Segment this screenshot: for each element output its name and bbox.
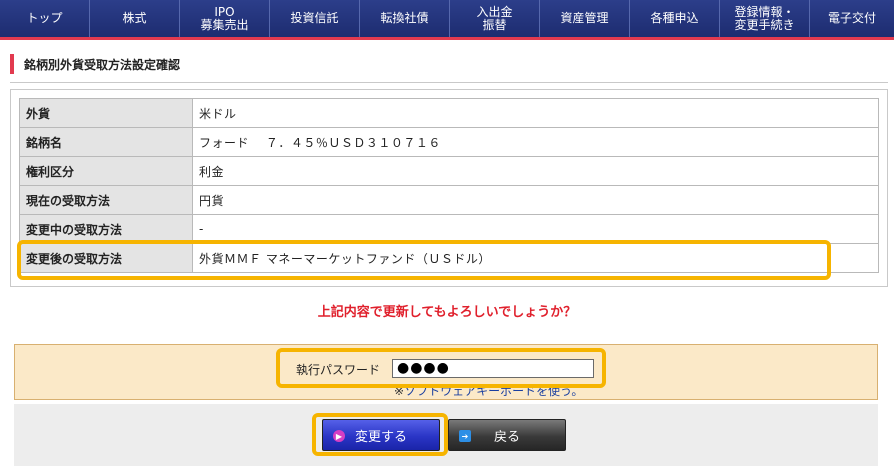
table-row: 権利区分 利金 bbox=[19, 156, 879, 186]
submit-change-label: 変更する bbox=[354, 429, 407, 445]
row-value-pending-method: - bbox=[192, 214, 879, 244]
nav-label: IPO bbox=[214, 4, 235, 19]
nav-label: 転換社債 bbox=[380, 11, 429, 25]
password-label: 執行パスワード bbox=[296, 363, 381, 377]
back-button[interactable]: ➔ 戻る bbox=[448, 419, 566, 451]
nav-label-sub: 募集売出 bbox=[200, 17, 249, 32]
row-label-currency: 外貨 bbox=[19, 98, 193, 128]
page-title: 銘柄別外貨受取方法設定確認 bbox=[24, 57, 181, 72]
arrow-right-icon: ➔ bbox=[459, 430, 471, 442]
nav-convertible-bonds[interactable]: 転換社債 bbox=[360, 0, 450, 37]
global-nav: トップ 株式 IPO 募集売出 投資信託 転換社債 入出金 振替 資産管理 各種申込… bbox=[0, 0, 894, 40]
nav-label-sub: 振替 bbox=[482, 17, 507, 32]
nav-stocks[interactable]: 株式 bbox=[90, 0, 180, 37]
table-row: 変更中の受取方法 - bbox=[19, 214, 879, 244]
nav-label: 電子交付 bbox=[827, 11, 876, 25]
table-row: 変更後の受取方法 外貨ＭＭＦ マネーマーケットファンド（ＵＳドル） bbox=[19, 243, 879, 273]
heading-divider bbox=[10, 82, 888, 83]
info-table: 外貨 米ドル 銘柄名 フォード ７．４５％ＵＳＤ３１０７１６ 権利区分 利金 現… bbox=[19, 98, 879, 273]
row-label-current-method: 現在の受取方法 bbox=[19, 185, 193, 215]
nav-e-delivery[interactable]: 電子交付 bbox=[810, 0, 894, 37]
row-value-new-method: 外貨ＭＭＦ マネーマーケットファンド（ＵＳドル） bbox=[192, 243, 879, 273]
button-area bbox=[14, 404, 878, 466]
nav-label: 入出金 bbox=[476, 4, 513, 19]
soft-keyboard-link[interactable]: ソフトウェアキーボードを使う。 bbox=[404, 384, 583, 398]
nav-registration[interactable]: 登録情報・ 変更手続き bbox=[720, 0, 810, 37]
page-heading: 銘柄別外貨受取方法設定確認 bbox=[10, 54, 180, 74]
play-icon: ▶ bbox=[333, 430, 345, 442]
row-value-security: フォード ７．４５％ＵＳＤ３１０７１６ bbox=[192, 127, 879, 157]
row-value-current-method: 円貨 bbox=[192, 185, 879, 215]
row-label-security: 銘柄名 bbox=[19, 127, 193, 157]
nav-asset-management[interactable]: 資産管理 bbox=[540, 0, 630, 37]
table-row: 現在の受取方法 円貨 bbox=[19, 185, 879, 215]
nav-label: 登録情報・ bbox=[734, 4, 795, 19]
nav-label: トップ bbox=[26, 11, 63, 25]
nav-deposit-transfer[interactable]: 入出金 振替 bbox=[450, 0, 540, 37]
soft-keyboard-link-wrap: ※ソフトウェアキーボードを使う。 bbox=[394, 382, 583, 399]
nav-label-sub: 変更手続き bbox=[734, 17, 795, 32]
nav-label: 投資信託 bbox=[290, 11, 339, 25]
submit-change-button[interactable]: ▶ 変更する bbox=[322, 419, 440, 451]
row-label-right-type: 権利区分 bbox=[19, 156, 193, 186]
nav-label: 株式 bbox=[122, 11, 147, 25]
table-row: 銘柄名 フォード ７．４５％ＵＳＤ３１０７１６ bbox=[19, 127, 879, 157]
heading-accent-bar bbox=[10, 54, 14, 74]
confirm-message: 上記内容で更新してもよろしいでしょうか？ bbox=[317, 305, 577, 320]
nav-ipo[interactable]: IPO 募集売出 bbox=[180, 0, 270, 37]
nav-applications[interactable]: 各種申込 bbox=[630, 0, 720, 37]
nav-top[interactable]: トップ bbox=[0, 0, 90, 37]
table-row: 外貨 米ドル bbox=[19, 98, 879, 128]
row-label-pending-method: 変更中の受取方法 bbox=[19, 214, 193, 244]
row-value-currency: 米ドル bbox=[192, 98, 879, 128]
row-value-right-type: 利金 bbox=[192, 156, 879, 186]
soft-keyboard-prefix: ※ bbox=[394, 384, 405, 398]
row-label-new-method: 変更後の受取方法 bbox=[19, 243, 193, 273]
nav-label: 資産管理 bbox=[560, 11, 609, 25]
info-table-frame: 外貨 米ドル 銘柄名 フォード ７．４５％ＵＳＤ３１０７１６ 権利区分 利金 現… bbox=[10, 89, 888, 287]
nav-mutual-funds[interactable]: 投資信託 bbox=[270, 0, 360, 37]
nav-label: 各種申込 bbox=[650, 11, 699, 25]
password-input[interactable]: ●●●● bbox=[392, 359, 594, 378]
back-label: 戻る bbox=[493, 429, 520, 445]
